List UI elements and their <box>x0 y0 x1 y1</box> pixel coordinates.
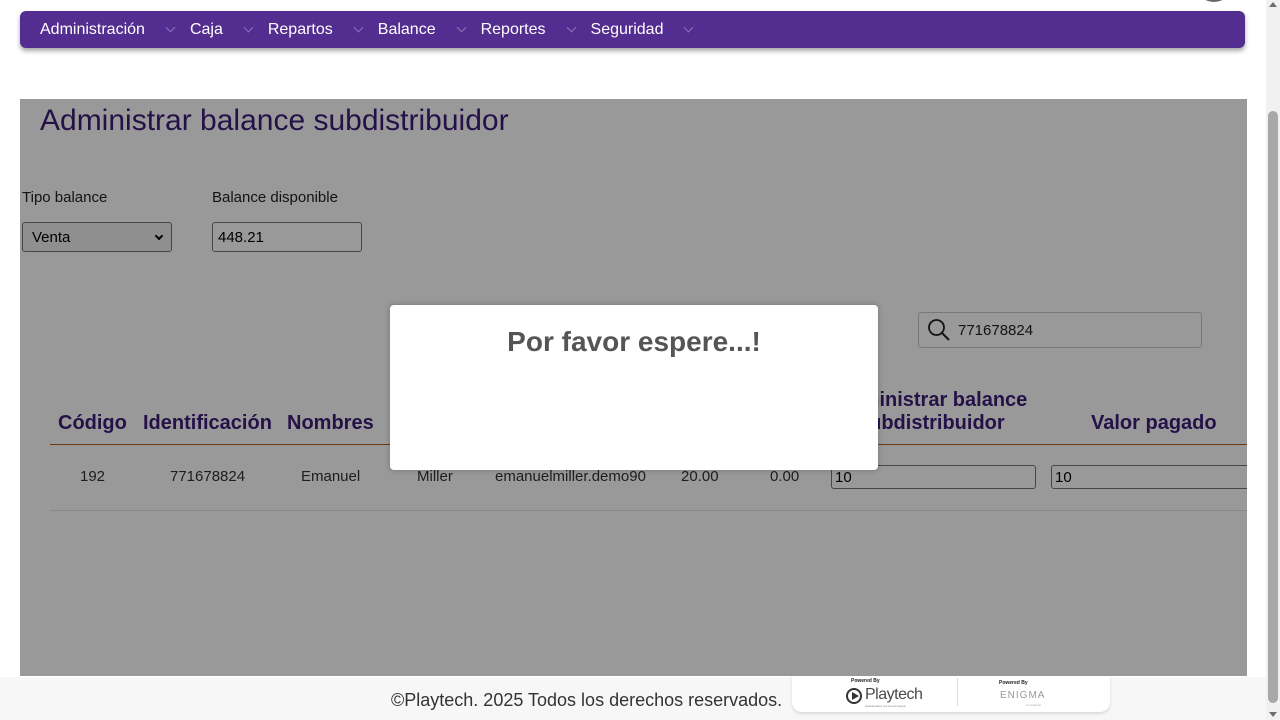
page-scrollbar[interactable] <box>1266 0 1280 720</box>
nav-item-label: Repartos <box>267 20 333 38</box>
footer-copyright: ©Playtech. 2025 Todos los derechos reser… <box>391 690 783 710</box>
nav-item-label: Balance <box>377 20 436 38</box>
loading-dialog: Por favor espere...! <box>390 305 878 470</box>
enigma-tagline: Crowdsport <box>1026 703 1042 707</box>
nav-item-reportes[interactable]: Reportes <box>480 20 576 39</box>
playtech-logo-text: Playtech <box>865 686 923 703</box>
loading-message: Por favor espere...! <box>507 326 761 357</box>
chevron-down-icon <box>456 22 467 33</box>
chevron-down-icon <box>684 22 694 33</box>
scroll-up-icon[interactable] <box>1269 2 1277 7</box>
nav-item-label: Administración <box>40 20 145 38</box>
nav-item-balance[interactable]: Balance <box>377 20 467 39</box>
chevron-down-icon <box>353 22 364 33</box>
chevron-down-icon <box>566 22 576 33</box>
enigma-logo-text: ENIGMA <box>1000 690 1046 701</box>
main-navbar: Administración Caja Repartos Balance Rep… <box>20 11 1245 48</box>
chevron-down-icon <box>243 22 254 33</box>
nav-item-label: Caja <box>189 20 223 38</box>
playtech-tagline: Apasionados por la tecnología <box>865 704 906 708</box>
chevron-down-icon <box>165 22 176 33</box>
footer-logos: Powered By Playtech Apasionados por la t… <box>792 676 1110 712</box>
powered-by-label: Powered By <box>999 680 1028 686</box>
scrollbar-thumb[interactable] <box>1268 111 1278 703</box>
playtech-logo-icon <box>846 688 862 704</box>
nav-item-caja[interactable]: Caja <box>189 20 254 39</box>
nav-item-repartos[interactable]: Repartos <box>267 20 364 39</box>
nav-item-administracion[interactable]: Administración <box>40 20 176 39</box>
powered-by-label: Powered By <box>851 678 880 684</box>
nav-item-seguridad[interactable]: Seguridad <box>590 20 694 39</box>
logo-divider <box>957 678 958 706</box>
nav-item-label: Reportes <box>480 20 546 38</box>
avatar-edge <box>1196 0 1232 2</box>
footer: ©Playtech. 2025 Todos los derechos reser… <box>0 676 1266 720</box>
nav-item-label: Seguridad <box>590 20 664 38</box>
scroll-down-icon[interactable] <box>1269 712 1277 717</box>
